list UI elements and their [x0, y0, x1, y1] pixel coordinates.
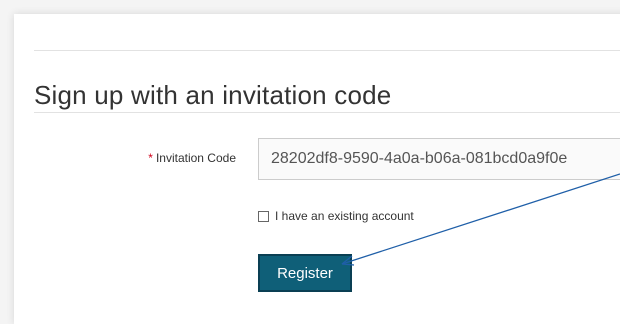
top-divider [34, 50, 620, 51]
title-divider [34, 112, 620, 113]
required-marker: * [148, 151, 153, 165]
existing-account-row[interactable]: I have an existing account [258, 209, 414, 223]
existing-account-label[interactable]: I have an existing account [275, 209, 414, 223]
register-button[interactable]: Register [258, 254, 352, 292]
invitation-code-label: * Invitation Code [114, 151, 236, 165]
signup-panel: Sign up with an invitation code * Invitat… [14, 14, 620, 324]
invitation-code-input[interactable] [258, 138, 620, 180]
existing-account-checkbox[interactable] [258, 210, 269, 222]
form-title: Sign up with an invitation code [34, 80, 392, 110]
invitation-code-label-text: Invitation Code [155, 151, 236, 165]
